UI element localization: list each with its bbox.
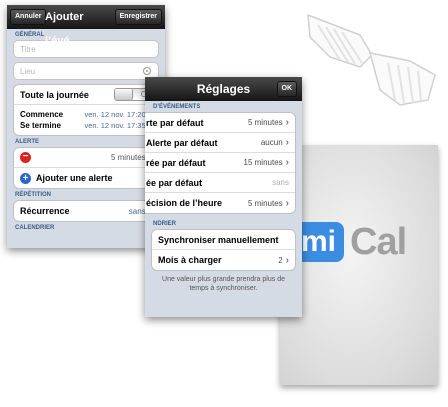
chevron-right-icon: › [285, 137, 289, 148]
setting-row[interactable]: Alerte par défaut aucun › [145, 133, 295, 153]
ends-label: Se termine [20, 121, 61, 130]
settings-screen: Réglages OK D’ÉVÉNEMENTS rte par défaut 5… [145, 77, 302, 317]
chevron-right-icon: › [285, 197, 289, 209]
allday-row: Toute la journée O [14, 85, 158, 105]
repeat-group: Récurrence sans › [13, 200, 159, 222]
setting-value: aucun [260, 138, 283, 147]
chevron-right-icon: › [285, 117, 289, 128]
alert-row[interactable]: − 5 minutes › [14, 148, 158, 168]
alert-group: − 5 minutes › + Ajouter une alerte [13, 147, 159, 189]
sync-label: Synchroniser manuellement [158, 234, 279, 245]
add-alert-row[interactable]: + Ajouter une alerte [14, 168, 158, 188]
section-calendar: NDRIER [153, 221, 177, 227]
alert-header: ALERTE [15, 139, 39, 145]
dates-row[interactable]: Commence Se termine ven. 12 nov. 17:20 v… [14, 105, 158, 135]
setting-row[interactable]: écision de l’heure 5 minutes › [145, 193, 295, 213]
mical-logo: mi Cal [293, 220, 407, 263]
add-alert-icon[interactable]: + [20, 172, 31, 184]
recurrence-row[interactable]: Récurrence sans › [14, 201, 158, 221]
setting-value: 5 minutes [247, 118, 283, 127]
location-placeholder: Lieu [20, 66, 36, 76]
sync-row[interactable]: Synchroniser manuellement [152, 230, 295, 250]
navbar: Annuler Ajouter l’évé… Enregistrer [7, 5, 165, 47]
ends-value: ven. 12 nov. 17:35 [84, 121, 146, 130]
mical-card [280, 145, 438, 385]
ok-button[interactable]: OK [276, 81, 297, 97]
repeat-header: RÉPÉTITION [15, 192, 52, 198]
calendar-group: Synchroniser manuellement Mois à charger… [151, 229, 296, 271]
navbar: Réglages OK [145, 77, 302, 101]
setting-value: sans [272, 178, 289, 187]
date-group: Toute la journée O Commence Se termine v… [13, 84, 159, 136]
months-label: Mois à charger [158, 255, 222, 265]
chevron-right-icon: › [285, 254, 289, 266]
starts-value: ven. 12 nov. 17:20 [84, 110, 146, 119]
locate-icon[interactable] [142, 66, 152, 76]
page-title: Ajouter l’évé… [45, 11, 84, 47]
setting-value: 5 minutes [247, 198, 283, 208]
setting-label: rée par défaut [146, 157, 206, 168]
setting-label: Alerte par défaut [146, 137, 218, 148]
months-row[interactable]: Mois à charger 2 › [152, 250, 295, 270]
starts-label: Commence [20, 110, 64, 119]
delete-alert-icon[interactable]: − [20, 152, 31, 163]
setting-label: rte par défaut [146, 117, 204, 128]
allday-label: Toute la journée [20, 89, 89, 100]
setting-row[interactable]: ée par défaut sans [145, 173, 295, 193]
setting-value: 15 minutes [243, 158, 283, 167]
location-field[interactable]: Lieu [13, 62, 159, 80]
cancel-button[interactable]: Annuler [10, 9, 47, 25]
add-event-screen: Annuler Ajouter l’évé… Enregistrer GÉNÉR… [7, 5, 165, 248]
recurrence-value: sans [128, 206, 146, 216]
recurrence-label: Récurrence [20, 206, 70, 216]
months-value: 2 [278, 255, 283, 265]
setting-label: ée par défaut [146, 177, 203, 188]
section-calendar: CALENDRIER [15, 225, 55, 231]
glasses-icon [307, 13, 436, 106]
section-events: D’ÉVÉNEMENTS [153, 104, 201, 110]
events-group: rte par défaut 5 minutes › Alerte par défa… [145, 112, 296, 214]
logo-cal: Cal [350, 220, 407, 263]
alert-value: 5 minutes [110, 153, 146, 162]
setting-row[interactable]: rte par défaut 5 minutes › [145, 113, 295, 133]
footnote: Une valeur plus grande prendra plus de t… [162, 276, 285, 292]
setting-row[interactable]: rée par défaut 15 minutes › [145, 153, 295, 173]
section-repeat: RÉPÉTITION ◌ [7, 189, 165, 200]
setting-label: écision de l’heure [146, 198, 223, 208]
section-alert: ALERTE ▲ [7, 136, 165, 147]
chevron-right-icon: › [285, 157, 289, 168]
save-button[interactable]: Enregistrer [114, 9, 162, 25]
title-placeholder: Titre [20, 44, 36, 54]
add-alert-label: Ajouter une alerte [36, 173, 113, 183]
